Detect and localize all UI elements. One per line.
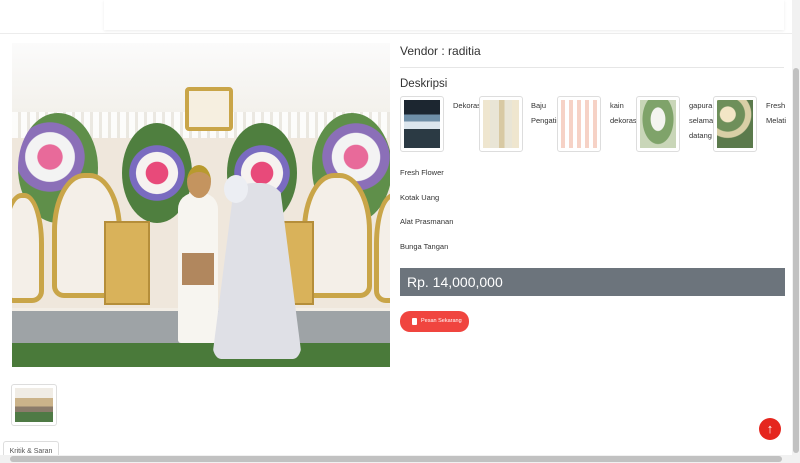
gapura-photo[interactable] <box>636 96 680 152</box>
baju-image <box>483 100 519 148</box>
item-label-fresh-melati: Fresh Melati <box>766 101 787 125</box>
list-item-alat-prasmanan: Alat Prasmanan <box>400 217 454 226</box>
description-title: Deskripsi <box>400 78 448 90</box>
list-item-kotak-uang: Kotak Uang <box>400 193 440 202</box>
header-divider <box>0 33 792 34</box>
monogram-logo <box>185 87 233 131</box>
product-thumbnail[interactable] <box>11 384 57 426</box>
dekorasi-image <box>404 100 440 148</box>
baju-photo[interactable] <box>479 96 523 152</box>
horizontal-scrollbar-thumb[interactable] <box>10 456 782 462</box>
foreground-greenery <box>12 343 390 367</box>
navbar-container <box>104 0 784 30</box>
bride-head <box>224 175 248 203</box>
price-text: Rp. 14,000,000 <box>407 274 503 290</box>
groom-sarong <box>182 253 214 285</box>
top-navbar <box>0 0 792 32</box>
thumbnail-photo <box>15 388 53 422</box>
item-label-gapura: gapura selamat datang <box>689 101 716 140</box>
chair-outer-left <box>12 193 44 303</box>
melati-image <box>717 100 753 148</box>
side-table-left <box>104 221 150 305</box>
order-button[interactable]: Pesan Sekarang <box>400 311 469 332</box>
main-product-image[interactable] <box>12 43 390 367</box>
vendor-name: Vendor : raditia <box>400 44 481 58</box>
arrow-up-icon: ↑ <box>766 421 774 436</box>
vendor-divider <box>400 67 784 68</box>
item-label-kain-dekorasi: kain dekorasi <box>610 101 639 125</box>
scroll-to-top-button[interactable]: ↑ <box>759 418 781 440</box>
item-label-dekorasi: Dekorasi <box>453 101 483 110</box>
groom-head <box>187 165 211 198</box>
melati-photo[interactable] <box>713 96 757 152</box>
item-label-baju-pengatin: Baju Pengatin <box>531 101 561 125</box>
dekorasi-photo[interactable] <box>400 96 444 152</box>
kain-photo[interactable] <box>557 96 601 152</box>
order-button-label: Pesan Sekarang <box>421 318 462 324</box>
kain-image <box>561 100 597 148</box>
vertical-scrollbar-thumb[interactable] <box>793 68 799 453</box>
list-item-bunga-tangan: Bunga Tangan <box>400 242 449 251</box>
document-icon <box>412 318 417 325</box>
gapura-image <box>640 100 676 148</box>
price-bar: Rp. 14,000,000 <box>400 268 785 296</box>
list-item-fresh-flower: Fresh Flower <box>400 168 444 177</box>
